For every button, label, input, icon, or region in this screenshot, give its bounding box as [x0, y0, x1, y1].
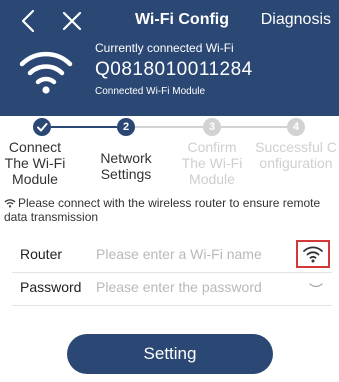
step-3-number: 3	[203, 118, 221, 136]
step-connector-1	[51, 126, 117, 128]
router-label: Router	[20, 246, 63, 262]
header-bar: Wi-Fi Config Diagnosis Currently connect…	[0, 0, 339, 116]
step-4-number: 4	[287, 118, 305, 136]
router-divider	[12, 272, 332, 273]
step-3-label: Confirm The Wi-Fi Module	[181, 139, 243, 187]
password-input[interactable]	[96, 277, 296, 297]
wifi-select-button[interactable]	[296, 240, 330, 268]
setting-button[interactable]: Setting	[67, 334, 273, 374]
diagnosis-link[interactable]: Diagnosis	[261, 11, 331, 29]
password-divider	[12, 305, 332, 306]
wifi-small-icon	[4, 199, 16, 208]
connected-wifi-ssid: Q0818010011284	[95, 59, 253, 80]
password-label: Password	[20, 279, 82, 295]
close-icon[interactable]	[58, 6, 86, 36]
step-connector-2	[135, 126, 203, 128]
step-1-check-icon	[33, 118, 51, 136]
step-connector-3	[221, 126, 287, 128]
connected-wifi-label: Currently connected Wi-Fi	[95, 41, 234, 55]
connected-module-label: Connected Wi-Fi Module	[95, 86, 206, 97]
router-input[interactable]	[96, 244, 296, 264]
wifi-icon	[19, 51, 73, 94]
step-4-label: Successful Configuration	[255, 139, 337, 171]
router-hint-text: Please connect with the wireless router …	[4, 196, 321, 224]
step-1-label: Connect The Wi-Fi Module	[4, 139, 66, 187]
router-hint: Please connect with the wireless router …	[4, 196, 334, 224]
step-2-number: 2	[117, 118, 135, 136]
step-2-label: Network Settings	[100, 150, 152, 182]
hide-password-icon[interactable]	[308, 281, 324, 291]
wifi-icon	[303, 246, 323, 263]
page-title: Wi-Fi Config	[134, 11, 230, 28]
chevron-left-icon[interactable]	[16, 6, 42, 36]
